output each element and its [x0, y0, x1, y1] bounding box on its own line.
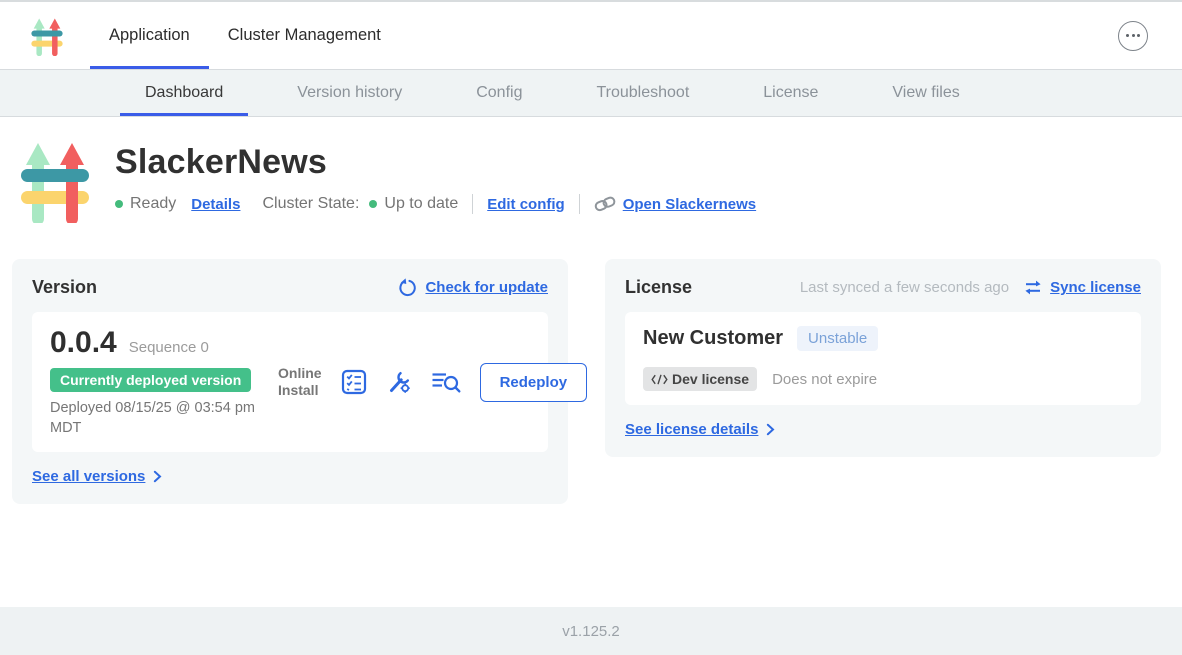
- tab-config[interactable]: Config: [451, 70, 547, 116]
- tab-license[interactable]: License: [738, 70, 843, 116]
- tab-version-history[interactable]: Version history: [272, 70, 427, 116]
- tab-label: Dashboard: [145, 84, 223, 102]
- sync-license-action[interactable]: Sync license: [1023, 279, 1141, 296]
- app-status-row: Ready Details Cluster State: Up to date …: [115, 194, 756, 214]
- tab-label: Version history: [297, 84, 402, 102]
- deployed-status-badge: Currently deployed version: [50, 368, 251, 392]
- preflight-checks-button[interactable]: [341, 369, 367, 395]
- sync-license-link: Sync license: [1050, 279, 1141, 296]
- current-version-panel: 0.0.4 Sequence 0 Currently deployed vers…: [32, 312, 548, 452]
- open-app-link[interactable]: Open Slackernews: [594, 196, 756, 213]
- see-all-versions-link[interactable]: See all versions: [32, 468, 162, 485]
- overflow-menu-button[interactable]: [1118, 21, 1148, 51]
- config-wrench-icon: [386, 369, 412, 395]
- console-version-text: v1.125.2: [562, 623, 620, 640]
- deployed-timestamp: Deployed 08/15/25 @ 03:54 pm MDT: [50, 399, 265, 438]
- see-all-versions-label: See all versions: [32, 468, 145, 485]
- tab-dashboard[interactable]: Dashboard: [120, 70, 248, 116]
- app-logo-icon: [17, 139, 93, 223]
- license-expiry-text: Does not expire: [772, 371, 877, 388]
- license-card-title: License: [625, 277, 692, 298]
- tab-label: Config: [476, 84, 522, 102]
- topnav-tab-label: Cluster Management: [228, 26, 381, 45]
- license-type-badge: Dev license: [643, 367, 757, 391]
- open-app-link-label: Open Slackernews: [623, 196, 756, 213]
- see-license-details-label: See license details: [625, 421, 758, 438]
- channel-badge: Unstable: [797, 326, 878, 351]
- customer-name: New Customer: [643, 327, 783, 350]
- topnav-spacer: [400, 2, 1118, 69]
- divider: [472, 194, 473, 214]
- logs-icon: [431, 370, 461, 394]
- tab-view-files[interactable]: View files: [867, 70, 984, 116]
- sync-arrows-icon: [1023, 279, 1043, 296]
- view-logs-button[interactable]: [431, 370, 461, 394]
- cluster-state-label: Cluster State:: [262, 195, 359, 213]
- sequence-label: Sequence 0: [129, 339, 209, 356]
- edit-config-link[interactable]: Edit config: [487, 196, 565, 213]
- check-for-update-link: Check for update: [425, 279, 548, 296]
- version-card: Version Check for update 0.0.4 Sequence …: [12, 259, 568, 504]
- dashboard-cards: Version Check for update 0.0.4 Sequence …: [12, 259, 1170, 504]
- topnav-logo: [30, 2, 64, 69]
- slackernews-logo-icon: [30, 16, 64, 56]
- view-config-button[interactable]: [386, 369, 412, 395]
- cluster-state-dot: [369, 200, 377, 208]
- check-for-update-action[interactable]: Check for update: [398, 278, 548, 298]
- console-footer: v1.125.2: [0, 607, 1182, 655]
- topnav-tab-label: Application: [109, 26, 190, 45]
- preflight-checklist-icon: [341, 369, 367, 395]
- app-status-text: Ready: [130, 195, 176, 213]
- install-type-label: Online Install: [278, 365, 322, 400]
- chevron-right-icon: [153, 470, 162, 483]
- version-card-title: Version: [32, 277, 97, 298]
- top-navigation-bar: Application Cluster Management: [0, 2, 1182, 70]
- code-icon: [651, 374, 668, 385]
- topnav-tab-application[interactable]: Application: [90, 2, 209, 69]
- tab-label: View files: [892, 84, 959, 102]
- dashboard-main: SlackerNews Ready Details Cluster State:…: [0, 117, 1182, 504]
- tab-label: License: [763, 84, 818, 102]
- refresh-icon: [398, 278, 418, 298]
- version-number: 0.0.4: [50, 326, 117, 360]
- cluster-state-value: Up to date: [384, 195, 458, 213]
- redeploy-button[interactable]: Redeploy: [480, 363, 588, 402]
- status-details-link[interactable]: Details: [191, 196, 240, 213]
- license-details-panel: New Customer Unstable Dev license Does n…: [625, 312, 1141, 405]
- tab-label: Troubleshoot: [596, 84, 689, 102]
- see-license-details-link[interactable]: See license details: [625, 421, 775, 438]
- license-card: License Last synced a few seconds ago Sy…: [605, 259, 1161, 457]
- tab-troubleshoot[interactable]: Troubleshoot: [571, 70, 714, 116]
- divider: [579, 194, 580, 214]
- topnav-tab-cluster-management[interactable]: Cluster Management: [209, 2, 400, 69]
- chevron-right-icon: [766, 423, 775, 436]
- license-type-label: Dev license: [672, 371, 749, 387]
- chain-link-icon: [594, 196, 616, 212]
- page-title: SlackerNews: [115, 143, 756, 182]
- app-sub-navigation: Dashboard Version history Config Trouble…: [0, 70, 1182, 117]
- ellipsis-icon: [1126, 34, 1129, 37]
- last-synced-text: Last synced a few seconds ago: [800, 279, 1009, 296]
- app-header: SlackerNews Ready Details Cluster State:…: [17, 139, 1182, 223]
- app-status-dot: [115, 200, 123, 208]
